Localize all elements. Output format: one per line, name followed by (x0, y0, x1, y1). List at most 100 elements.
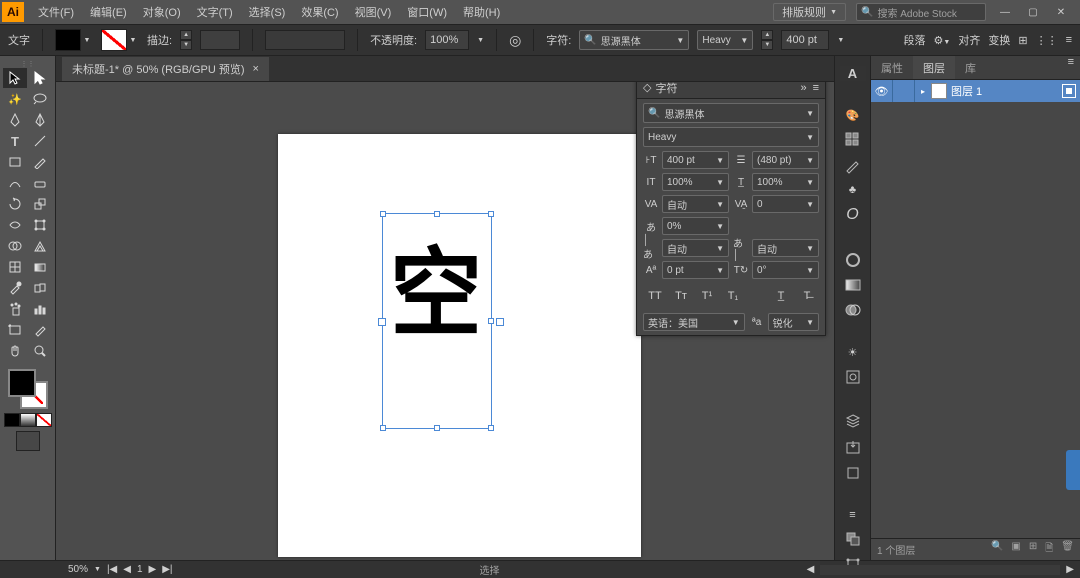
layer-target-indicator[interactable] (1062, 84, 1076, 98)
status-scroll-right[interactable]: ▶ (1066, 564, 1074, 575)
layers-dock-icon[interactable] (842, 413, 864, 429)
status-scroll-left[interactable]: ◀ (807, 564, 815, 575)
char-aki-left[interactable]: 自动▼ (662, 239, 729, 257)
swatches-dock-icon[interactable] (842, 132, 864, 148)
char-aki-right[interactable]: 自动▼ (752, 239, 819, 257)
perspective-grid-tool[interactable] (28, 236, 52, 256)
status-scrollbar[interactable] (820, 565, 1060, 575)
lasso-tool[interactable] (28, 89, 52, 109)
panel-menu-icon[interactable]: ≡ (813, 82, 819, 94)
glyphs-dock-icon[interactable]: O (842, 206, 864, 224)
stroke-weight-input[interactable] (200, 30, 240, 50)
panel-collapse-icon[interactable]: » (800, 82, 806, 94)
brush-definition[interactable] (265, 30, 345, 50)
color-dock-icon[interactable]: 🎨 (842, 109, 864, 122)
blend-tool[interactable] (28, 278, 52, 298)
small-caps-button[interactable]: Tᴛ (671, 287, 691, 305)
menu-edit[interactable]: 编辑(E) (82, 1, 135, 23)
artboards-dock-icon[interactable] (842, 465, 864, 481)
opacity-dropdown[interactable]: ▼ (477, 37, 484, 44)
maximize-button[interactable]: ▢ (1024, 5, 1042, 19)
graphic-styles-dock-icon[interactable] (842, 369, 864, 385)
close-button[interactable]: ✕ (1052, 5, 1070, 19)
libraries-tab[interactable]: 库 (955, 56, 986, 79)
artboard-number[interactable]: 1 (137, 564, 143, 575)
menu-file[interactable]: 文件(F) (30, 1, 82, 23)
minimize-button[interactable]: — (996, 5, 1014, 19)
properties-tab[interactable]: 属性 (871, 56, 913, 79)
menu-type[interactable]: 文字(T) (189, 1, 241, 23)
tools-grip[interactable]: ⋮⋮ (0, 60, 55, 68)
char-link-label[interactable]: 字符: (546, 32, 571, 48)
char-tracking[interactable]: 0▼ (752, 195, 819, 213)
shaper-tool[interactable] (3, 173, 27, 193)
para-link-label[interactable]: 段落 (904, 32, 926, 48)
stock-search-input[interactable]: 🔍 搜索 Adobe Stock (856, 3, 986, 21)
artboard-tool[interactable] (3, 320, 27, 340)
char-tsume[interactable]: 0%▼ (662, 217, 729, 235)
char-font-size[interactable]: 400 pt▼ (662, 151, 729, 169)
char-leading[interactable]: (480 pt)▼ (752, 151, 819, 169)
paintbrush-tool[interactable] (28, 152, 52, 172)
make-clipping-mask-icon[interactable]: ▣ (1011, 541, 1020, 558)
control-font-family[interactable]: 🔍 思源黑体▼ (579, 30, 689, 50)
menu-help[interactable]: 帮助(H) (455, 1, 508, 23)
column-graph-tool[interactable] (28, 299, 52, 319)
transform-link-label[interactable]: 变换 (988, 32, 1010, 48)
artboard-next-icon[interactable]: ▶ (149, 564, 157, 575)
direct-selection-tool[interactable] (28, 68, 52, 88)
character-panel-header[interactable]: ◇ 字符 » ≡ (637, 82, 825, 99)
line-tool[interactable] (28, 131, 52, 151)
layers-panel-menu-icon[interactable]: ≡ (1062, 56, 1080, 79)
gradient-tool[interactable] (28, 257, 52, 277)
control-font-size-dropdown[interactable]: ▼ (837, 37, 844, 44)
control-font-style[interactable]: Heavy▼ (697, 30, 753, 50)
document-tab[interactable]: 未标题-1* @ 50% (RGB/GPU 预览) × (62, 57, 269, 81)
stroke-dock-icon[interactable] (842, 252, 864, 268)
menu-object[interactable]: 对象(O) (135, 1, 189, 23)
asset-export-dock-icon[interactable] (842, 439, 864, 455)
menu-window[interactable]: 窗口(W) (399, 1, 455, 23)
edge-expand-handle[interactable] (1066, 450, 1080, 490)
layer-twirl-icon[interactable]: ▸ (915, 87, 931, 96)
color-mode-switcher[interactable] (4, 413, 52, 427)
all-caps-button[interactable]: TT (645, 287, 665, 305)
recolor-icon[interactable]: ◎ (509, 32, 521, 49)
char-hscale[interactable]: 100%▼ (752, 173, 819, 191)
curvature-tool[interactable] (28, 110, 52, 130)
rotate-tool[interactable] (3, 194, 27, 214)
stroke-swatch-dropdown[interactable]: ▼ (127, 29, 139, 51)
char-baseline[interactable]: 0 pt▼ (662, 261, 729, 279)
magic-wand-tool[interactable]: ✨ (3, 89, 27, 109)
mesh-tool[interactable] (3, 257, 27, 277)
layers-list[interactable]: 👁 ▸ 图层 1 (871, 80, 1080, 538)
char-kerning[interactable]: 自动▼ (662, 195, 729, 213)
zoom-tool[interactable] (28, 341, 52, 361)
layer-name[interactable]: 图层 1 (951, 83, 982, 99)
gradient-dock-icon[interactable] (842, 278, 864, 292)
free-transform-tool[interactable] (28, 215, 52, 235)
menu-view[interactable]: 视图(V) (347, 1, 400, 23)
rectangle-tool[interactable] (3, 152, 27, 172)
char-vscale[interactable]: 100%▼ (662, 173, 729, 191)
width-tool[interactable] (3, 215, 27, 235)
new-layer-icon[interactable]: 🗎 (1045, 541, 1053, 558)
text-in-port[interactable] (378, 318, 386, 326)
fill-swatch-dropdown[interactable]: ▼ (81, 29, 93, 51)
shape-builder-tool[interactable] (3, 236, 27, 256)
delete-layer-icon[interactable]: 🗑 (1061, 541, 1074, 558)
panel-menu-icon[interactable]: ≡ (1066, 34, 1072, 46)
fill-swatch[interactable] (55, 29, 81, 51)
hand-tool[interactable] (3, 341, 27, 361)
control-font-size-input[interactable] (781, 30, 829, 50)
slice-tool[interactable] (28, 320, 52, 340)
layer-visibility-toggle[interactable]: 👁 (871, 80, 893, 102)
stroke-swatch[interactable] (101, 29, 127, 51)
fill-stroke-indicator[interactable] (6, 367, 50, 411)
eyedropper-tool[interactable] (3, 278, 27, 298)
control-font-size-spinner[interactable]: ▲▼ (761, 30, 773, 50)
menu-select[interactable]: 选择(S) (241, 1, 294, 23)
character-dock-icon[interactable]: A (840, 66, 866, 81)
transparency-dock-icon[interactable] (842, 302, 864, 318)
char-font-family[interactable]: 🔍 思源黑体▼ (643, 103, 819, 123)
